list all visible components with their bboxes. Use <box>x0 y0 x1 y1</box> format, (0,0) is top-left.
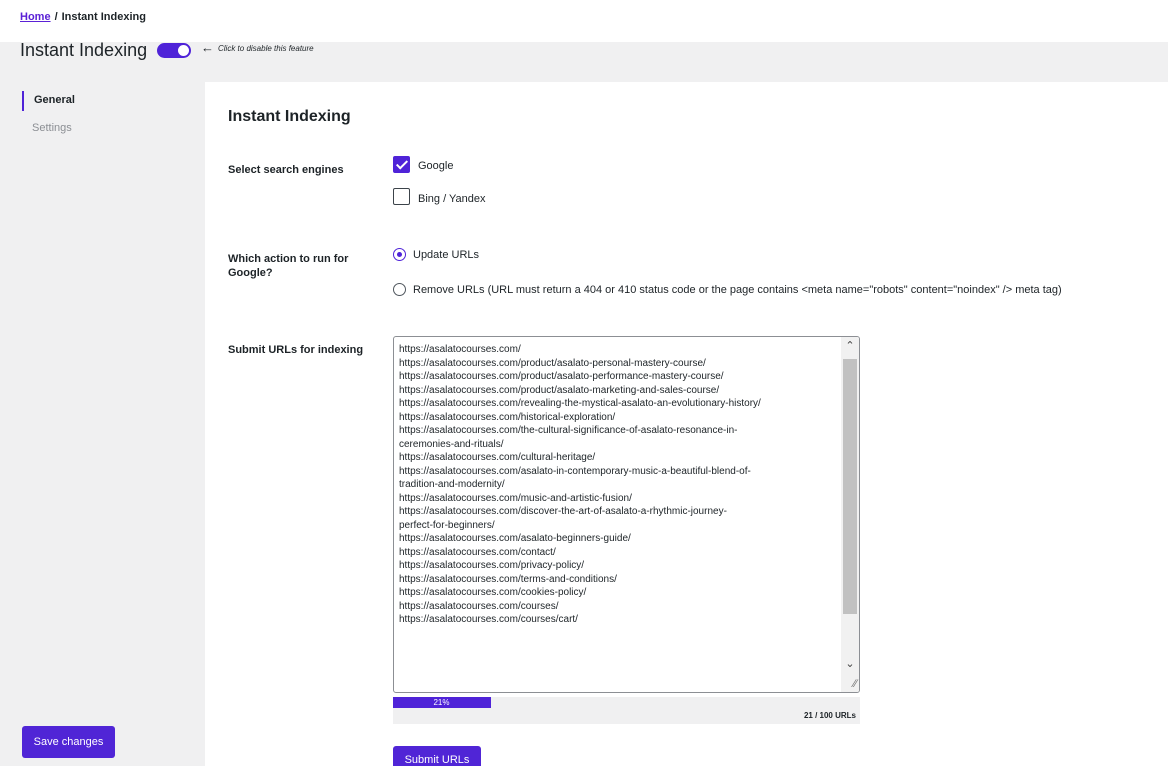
url-line: tradition-and-modernity/ <box>399 479 505 490</box>
resize-grip-icon[interactable]: ∕∕ <box>853 678 857 690</box>
remove-urls-label: Remove URLs (URL must return a 404 or 41… <box>413 284 1062 296</box>
urls-label: Submit URLs for indexing <box>228 344 364 356</box>
toggle-knob <box>178 45 189 56</box>
url-line: https://asalatocourses.com/asalato-in-co… <box>399 465 751 477</box>
breadcrumb-current: Instant Indexing <box>61 11 146 23</box>
textarea-scrollbar[interactable]: ⌃ ⌄ <box>841 337 859 692</box>
progress-percent: 21% <box>433 698 450 707</box>
url-line: https://asalatocourses.com/asalato-begin… <box>399 533 631 544</box>
progress-bar: 21% 21 / 100 URLs <box>393 697 860 724</box>
toggle-hint: Click to disable this feature <box>218 44 314 53</box>
sidebar-item-general[interactable]: General <box>22 91 75 111</box>
breadcrumb-separator: / <box>54 11 58 23</box>
url-line: https://asalatocourses.com/courses/ <box>399 600 559 612</box>
bing-yandex-checkbox[interactable] <box>393 188 410 205</box>
engines-label: Select search engines <box>228 164 344 176</box>
url-line: https://asalatocourses.com/ <box>399 344 521 355</box>
breadcrumb: Home / Instant Indexing <box>20 11 146 23</box>
url-line: https://asalatocourses.com/revealing-the… <box>399 398 761 409</box>
title-bar: Instant Indexing ← Click to disable this… <box>0 40 1168 82</box>
url-line: https://asalatocourses.com/courses/cart/ <box>399 614 578 625</box>
url-lines: https://asalatocourses.com/https://asala… <box>399 343 839 627</box>
top-bar: Home / Instant Indexing <box>0 0 1168 42</box>
chevron-up-icon[interactable]: ⌃ <box>841 337 859 355</box>
url-line: https://asalatocourses.com/contact/ <box>399 546 556 558</box>
section-title: Instant Indexing <box>228 108 351 125</box>
feature-toggle[interactable] <box>157 43 191 58</box>
url-line: https://asalatocourses.com/terms-and-con… <box>399 573 617 585</box>
url-line: https://asalatocourses.com/product/asala… <box>399 357 706 369</box>
urls-textarea[interactable]: https://asalatocourses.com/https://asala… <box>393 336 860 693</box>
url-line: https://asalatocourses.com/the-cultural-… <box>399 425 738 436</box>
bing-yandex-label: Bing / Yandex <box>418 193 486 205</box>
google-checkbox[interactable] <box>393 156 410 173</box>
save-changes-button[interactable]: Save changes <box>22 726 115 758</box>
url-line: https://asalatocourses.com/music-and-art… <box>399 492 632 504</box>
main-panel: Instant Indexing Select search engines G… <box>205 82 1168 766</box>
chevron-down-icon[interactable]: ⌄ <box>841 655 859 673</box>
progress-count: 21 / 100 URLs <box>803 711 856 720</box>
url-line: https://asalatocourses.com/product/asala… <box>399 371 724 382</box>
url-line: https://asalatocourses.com/privacy-polic… <box>399 560 585 571</box>
url-line: ceremonies-and-rituals/ <box>399 438 504 450</box>
remove-urls-radio[interactable] <box>393 283 406 296</box>
url-line: https://asalatocourses.com/discover-the-… <box>399 506 727 517</box>
breadcrumb-home-link[interactable]: Home <box>20 11 51 23</box>
update-urls-radio[interactable] <box>393 248 406 261</box>
url-line: https://asalatocourses.com/cookies-polic… <box>399 587 587 598</box>
google-label: Google <box>418 160 454 172</box>
url-line: https://asalatocourses.com/historical-ex… <box>399 411 616 423</box>
url-line: https://asalatocourses.com/cultural-heri… <box>399 452 596 463</box>
action-label: Which action to run for Google? <box>228 253 349 279</box>
url-line: perfect-for-beginners/ <box>399 519 495 531</box>
update-urls-label: Update URLs <box>413 249 480 261</box>
submit-urls-button[interactable]: Submit URLs <box>393 746 481 766</box>
sidebar-item-settings[interactable]: Settings <box>22 122 72 134</box>
arrow-left-icon: ← <box>201 40 214 55</box>
page-title: Instant Indexing <box>20 40 148 60</box>
url-line: https://asalatocourses.com/product/asala… <box>399 384 720 396</box>
sidebar: General Settings Save changes <box>0 82 205 766</box>
scroll-thumb[interactable] <box>843 359 857 614</box>
